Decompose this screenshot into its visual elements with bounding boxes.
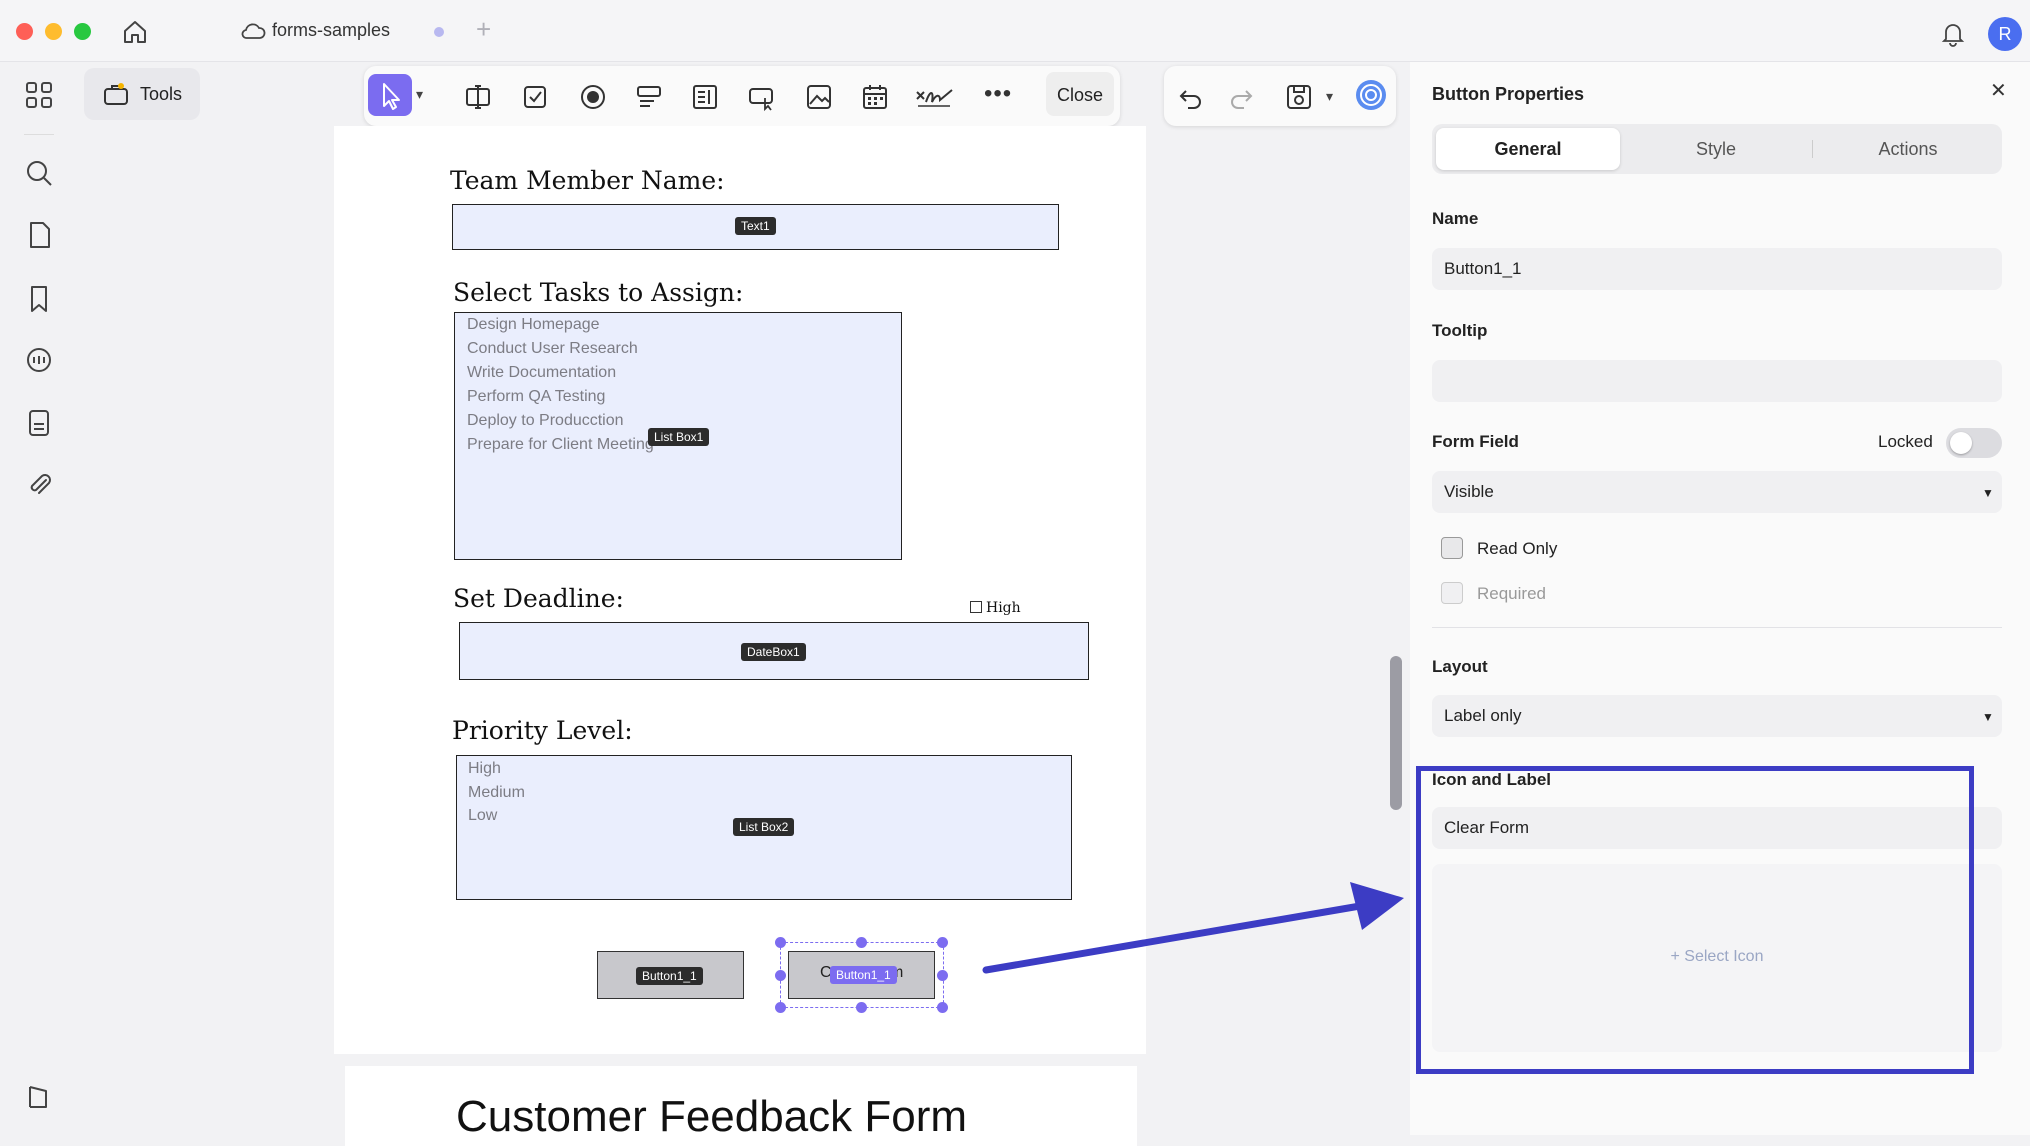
- resize-handle[interactable]: [775, 970, 786, 981]
- apps-grid-icon[interactable]: [22, 78, 56, 112]
- button2-tag: Button1_1: [830, 966, 897, 984]
- unsaved-indicator: [434, 27, 444, 37]
- attachment-icon[interactable]: [22, 468, 56, 502]
- layout-value: Label only: [1444, 706, 1522, 725]
- priority-level-heading: Priority Level:: [452, 716, 633, 745]
- signature-tool-icon[interactable]: [914, 82, 954, 112]
- vertical-scrollbar[interactable]: [1390, 656, 1402, 810]
- resize-handle[interactable]: [937, 970, 948, 981]
- chevron-down-icon[interactable]: ▾: [416, 86, 423, 103]
- tools-label: Tools: [140, 84, 183, 104]
- image-field-tool-icon[interactable]: [804, 82, 834, 112]
- locked-toggle-knob: [1950, 432, 1972, 454]
- resize-handle[interactable]: [856, 937, 867, 948]
- date-field-tool-icon[interactable]: [860, 82, 890, 112]
- required-checkbox[interactable]: [1441, 582, 1463, 604]
- annotation-highlight-box: [1416, 766, 1974, 1074]
- text1-tag: Text1: [735, 217, 776, 235]
- save-icon[interactable]: [1284, 82, 1314, 112]
- list-item: Write Documentation: [467, 364, 617, 381]
- high-checkbox[interactable]: [970, 601, 982, 613]
- chevron-down-icon: ▼: [1982, 486, 1994, 500]
- notification-bell-icon[interactable]: [1938, 18, 1968, 48]
- resize-handle[interactable]: [937, 937, 948, 948]
- section-divider: [1432, 627, 2002, 628]
- list-box2-tag: List Box2: [733, 818, 795, 836]
- ai-assistant-icon[interactable]: [1354, 78, 1388, 112]
- annotation-arrow: [980, 876, 1410, 986]
- sidebar-toggle-icon[interactable]: [22, 1080, 56, 1114]
- list-item: Design Homepage: [467, 316, 600, 333]
- read-only-checkbox[interactable]: [1441, 537, 1463, 559]
- list-item: Conduct User Research: [467, 340, 638, 357]
- resize-handle[interactable]: [775, 1002, 786, 1013]
- chevron-down-icon: ▼: [1982, 710, 1994, 724]
- cloud-icon: [240, 20, 266, 42]
- panel-title: Button Properties: [1432, 84, 1585, 104]
- read-only-label: Read Only: [1477, 539, 1558, 558]
- name-input[interactable]: [1432, 248, 2002, 290]
- combo-box-tool-icon[interactable]: [634, 82, 664, 112]
- locked-label: Locked: [1878, 432, 1933, 451]
- new-tab-button[interactable]: +: [476, 14, 491, 45]
- tab-actions[interactable]: Actions: [1816, 128, 2000, 170]
- list-item: Deploy to Producction: [467, 412, 624, 429]
- team-member-heading: Team Member Name:: [450, 166, 725, 195]
- search-icon[interactable]: [22, 156, 56, 190]
- form-field-label: Form Field: [1432, 432, 1519, 451]
- checkbox-tool-icon[interactable]: [520, 82, 550, 112]
- name-label: Name: [1432, 209, 1479, 228]
- tooltip-input[interactable]: [1432, 360, 2002, 402]
- required-label: Required: [1477, 584, 1546, 603]
- radio-button-tool-icon[interactable]: [578, 82, 608, 112]
- tooltip-label: Tooltip: [1432, 321, 1488, 340]
- page-thumbnails-icon[interactable]: [22, 218, 56, 252]
- user-avatar[interactable]: R: [1988, 17, 2022, 51]
- toolbox-icon: [102, 80, 130, 108]
- minimize-window-button[interactable]: [45, 23, 62, 40]
- tab-style[interactable]: Style: [1624, 128, 1808, 170]
- select-tool-button[interactable]: [368, 74, 412, 116]
- close-form-editing-button[interactable]: Close: [1046, 72, 1114, 116]
- list-item: Medium: [468, 784, 525, 801]
- layout-select[interactable]: Label only: [1432, 695, 2002, 737]
- button1-tag: Button1_1: [636, 967, 703, 985]
- tab-general[interactable]: General: [1436, 128, 1620, 170]
- resize-handle[interactable]: [856, 1002, 867, 1013]
- list-box-tool-icon[interactable]: [690, 82, 720, 112]
- list-item: Low: [468, 807, 498, 824]
- list-item: Perform QA Testing: [467, 388, 606, 405]
- redo-icon[interactable]: [1226, 82, 1256, 112]
- sidebar-divider: [24, 134, 54, 135]
- zoom-window-button[interactable]: [74, 23, 91, 40]
- tab-divider: [1812, 140, 1813, 158]
- form-fields-icon[interactable]: [22, 406, 56, 440]
- text-field-tool-icon[interactable]: [463, 82, 493, 112]
- layout-label: Layout: [1432, 657, 1488, 676]
- undo-icon[interactable]: [1176, 82, 1206, 112]
- bookmark-icon[interactable]: [22, 282, 56, 316]
- select-tasks-heading: Select Tasks to Assign:: [453, 278, 744, 307]
- list-item: High: [468, 760, 501, 777]
- list-box1-tag: List Box1: [648, 428, 710, 446]
- document-tab-title[interactable]: forms-samples: [272, 20, 390, 41]
- datebox1-tag: DateBox1: [741, 643, 806, 661]
- set-deadline-heading: Set Deadline:: [453, 584, 624, 613]
- close-icon[interactable]: ✕: [1990, 78, 2007, 103]
- save-options-chevron-icon[interactable]: ▾: [1326, 88, 1333, 105]
- resize-handle[interactable]: [937, 1002, 948, 1013]
- home-icon[interactable]: [120, 17, 150, 47]
- list-item: Prepare for Client Meeting: [467, 436, 654, 453]
- visibility-select[interactable]: Visible: [1432, 471, 2002, 513]
- resize-handle[interactable]: [775, 937, 786, 948]
- visibility-value: Visible: [1444, 482, 1494, 501]
- button-tool-icon[interactable]: [747, 82, 777, 112]
- close-window-button[interactable]: [16, 23, 33, 40]
- more-options-icon[interactable]: •••: [984, 80, 1012, 108]
- high-checkbox-label: High: [986, 600, 1021, 616]
- comments-icon[interactable]: [22, 344, 56, 378]
